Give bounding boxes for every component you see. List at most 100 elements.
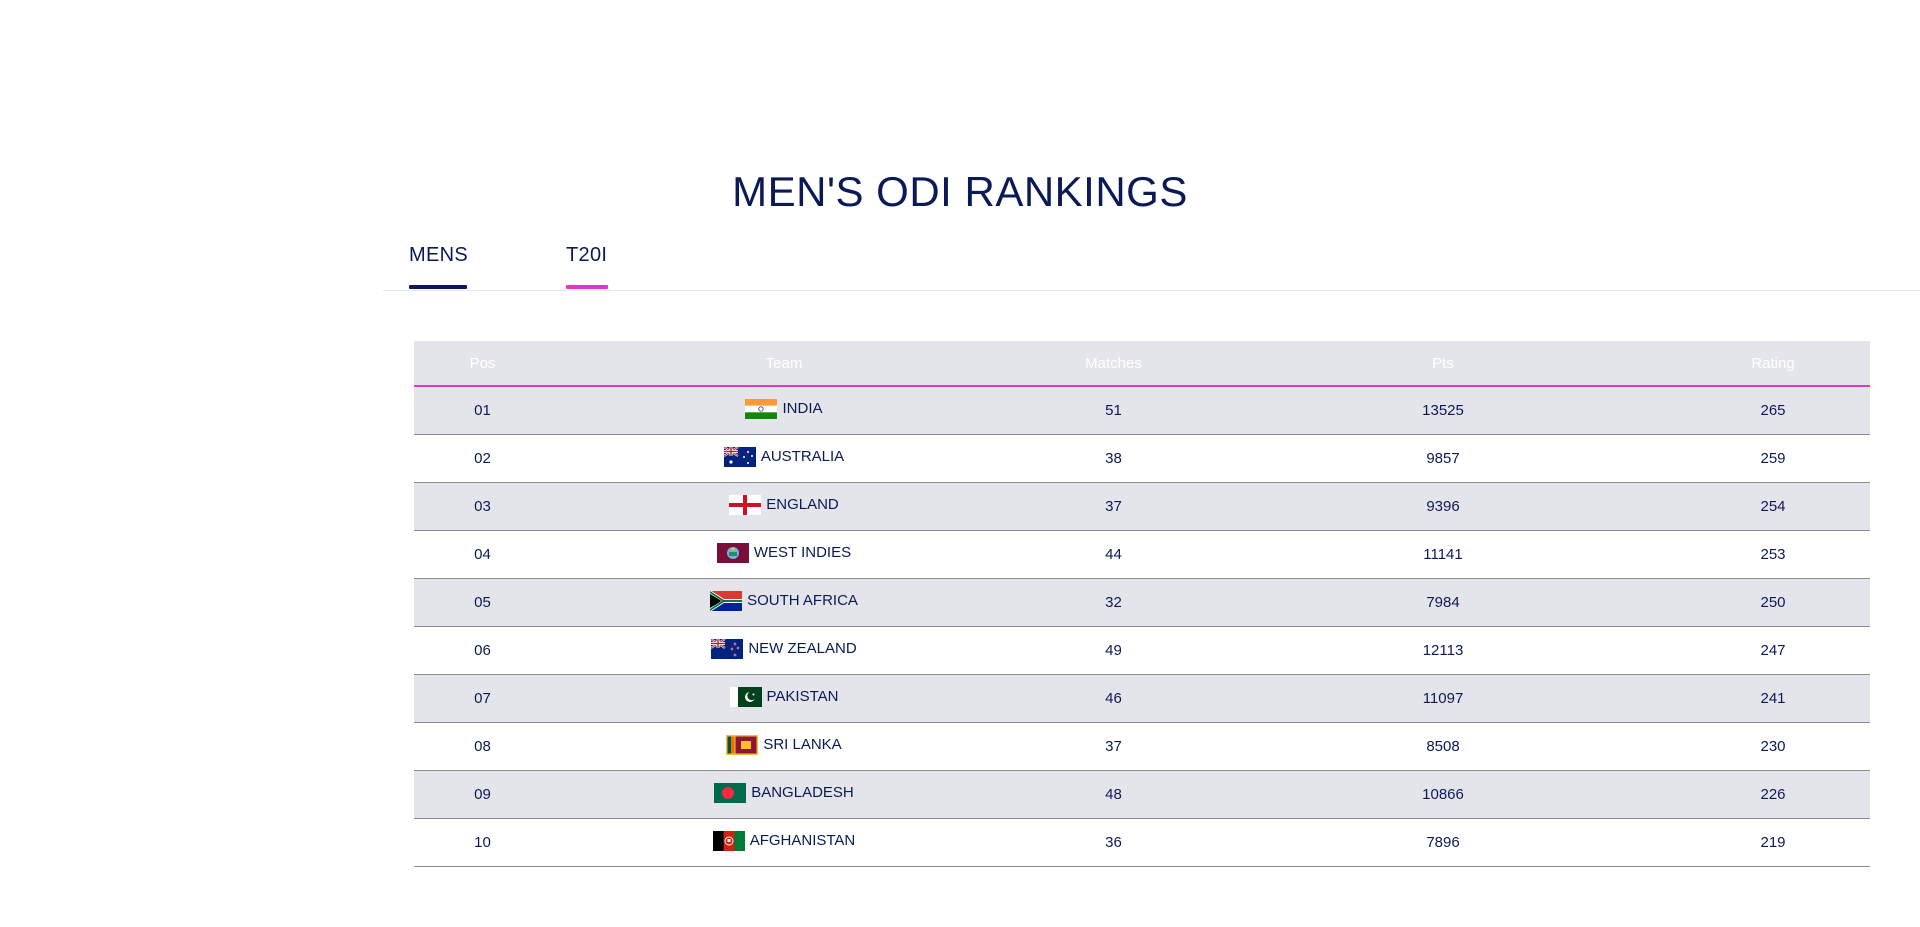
table-row: 02 AUSTRALIA 38 9857 259 — [414, 434, 1870, 483]
table-row: 10 AFGHANISTAN 36 7896 219 — [414, 818, 1870, 867]
team-link[interactable]: SOUTH AFRICA — [710, 590, 858, 611]
cell-team: WEST INDIES — [551, 530, 1017, 579]
rankings-table-container: Pos Team Matches Pts Rating 01 INDIA 51 135… — [414, 341, 1870, 867]
cell-matches: 46 — [1017, 674, 1210, 723]
tab-mens[interactable]: MENS — [409, 244, 468, 289]
table-row: 06 NEW ZEALAND 49 12113 247 — [414, 626, 1870, 675]
cell-team: AFGHANISTAN — [551, 818, 1017, 867]
bangladesh-flag-icon — [714, 782, 747, 803]
team-name: SRI LANKA — [763, 736, 842, 753]
cell-rating: 226 — [1676, 770, 1870, 819]
table-row: 09 BANGLADESH 48 10866 226 — [414, 770, 1870, 819]
cell-pts: 13525 — [1210, 386, 1676, 435]
cell-team: BANGLADESH — [551, 770, 1017, 819]
cell-matches: 36 — [1017, 818, 1210, 867]
cell-pos: 07 — [414, 674, 551, 723]
header-pts: Pts — [1210, 341, 1676, 387]
team-link[interactable]: AUSTRALIA — [723, 446, 845, 467]
south-africa-flag-icon — [710, 590, 743, 611]
cell-team: ENGLAND — [551, 482, 1017, 531]
cell-pos: 05 — [414, 578, 551, 627]
cell-matches: 51 — [1017, 386, 1210, 435]
team-link[interactable]: NEW ZEALAND — [711, 638, 857, 659]
team-link[interactable]: AFGHANISTAN — [712, 830, 855, 851]
cell-pts: 11141 — [1210, 530, 1676, 579]
table-row: 04 WEST INDIES 44 11141 253 — [414, 530, 1870, 579]
table-row: 03 ENGLAND 37 9396 254 — [414, 482, 1870, 531]
cell-matches: 37 — [1017, 482, 1210, 531]
page-title: MEN'S ODI RANKINGS — [732, 168, 1188, 215]
team-link[interactable]: ENGLAND — [729, 494, 839, 515]
team-name: INDIA — [782, 400, 823, 417]
table-row: 07 PAKISTAN 46 11097 241 — [414, 674, 1870, 723]
team-name: WEST INDIES — [753, 544, 852, 561]
cell-pos: 01 — [414, 386, 551, 435]
cell-pos: 08 — [414, 722, 551, 771]
cell-team: NEW ZEALAND — [551, 626, 1017, 675]
new-zealand-flag-icon — [711, 638, 744, 659]
team-link[interactable]: BANGLADESH — [714, 782, 854, 803]
table-row: 05 SOUTH AFRICA 32 7984 250 — [414, 578, 1870, 627]
cell-matches: 49 — [1017, 626, 1210, 675]
tab-t20i[interactable]: T20I — [566, 244, 608, 289]
team-link[interactable]: INDIA — [745, 398, 823, 419]
cell-team: INDIA — [551, 386, 1017, 435]
team-link[interactable]: PAKISTAN — [729, 686, 839, 707]
cell-pos: 02 — [414, 434, 551, 483]
cell-pts: 12113 — [1210, 626, 1676, 675]
cell-rating: 247 — [1676, 626, 1870, 675]
tab-mens-label: MENS — [409, 244, 468, 266]
cell-pos: 04 — [414, 530, 551, 579]
team-name: AUSTRALIA — [760, 448, 845, 465]
team-name: PAKISTAN — [766, 688, 839, 705]
team-name: SOUTH AFRICA — [747, 592, 858, 609]
cell-pts: 10866 — [1210, 770, 1676, 819]
cell-pts: 9857 — [1210, 434, 1676, 483]
team-name: ENGLAND — [766, 496, 839, 513]
header-rating: Rating — [1676, 341, 1870, 387]
header-team: Team — [551, 341, 1017, 387]
cell-team: AUSTRALIA — [551, 434, 1017, 483]
cell-matches: 38 — [1017, 434, 1210, 483]
ranking-tabs: MENS T20I — [383, 236, 1920, 291]
tab-t20i-underline — [566, 285, 608, 289]
team-name: NEW ZEALAND — [748, 640, 857, 657]
cell-team: SRI LANKA — [551, 722, 1017, 771]
tab-t20i-label: T20I — [566, 244, 608, 266]
cell-matches: 48 — [1017, 770, 1210, 819]
cell-matches: 37 — [1017, 722, 1210, 771]
cell-rating: 250 — [1676, 578, 1870, 627]
cell-pos: 03 — [414, 482, 551, 531]
cell-rating: 241 — [1676, 674, 1870, 723]
table-header-row: Pos Team Matches Pts Rating — [414, 341, 1870, 387]
cell-pts: 8508 — [1210, 722, 1676, 771]
cell-rating: 254 — [1676, 482, 1870, 531]
cell-rating: 230 — [1676, 722, 1870, 771]
team-link[interactable]: SRI LANKA — [726, 734, 842, 755]
cell-team: SOUTH AFRICA — [551, 578, 1017, 627]
england-flag-icon — [729, 494, 762, 515]
cell-rating: 265 — [1676, 386, 1870, 435]
cell-pos: 10 — [414, 818, 551, 867]
west-indies-flag-icon — [716, 542, 749, 563]
team-link[interactable]: WEST INDIES — [716, 542, 852, 563]
sri-lanka-flag-icon — [726, 734, 759, 755]
cell-rating: 219 — [1676, 818, 1870, 867]
cell-pts: 11097 — [1210, 674, 1676, 723]
header-matches: Matches — [1017, 341, 1210, 387]
cell-pts: 9396 — [1210, 482, 1676, 531]
cell-pos: 06 — [414, 626, 551, 675]
afghanistan-flag-icon — [712, 830, 745, 851]
cell-pos: 09 — [414, 770, 551, 819]
cell-rating: 253 — [1676, 530, 1870, 579]
india-flag-icon — [745, 398, 778, 419]
header-pos: Pos — [414, 341, 551, 387]
cell-pts: 7984 — [1210, 578, 1676, 627]
table-row: 01 INDIA 51 13525 265 — [414, 386, 1870, 435]
team-name: BANGLADESH — [751, 784, 854, 801]
tab-mens-underline — [409, 285, 467, 289]
australia-flag-icon — [723, 446, 756, 467]
pakistan-flag-icon — [729, 686, 762, 707]
table-row: 08 SRI LANKA 37 8508 230 — [414, 722, 1870, 771]
cell-pts: 7896 — [1210, 818, 1676, 867]
